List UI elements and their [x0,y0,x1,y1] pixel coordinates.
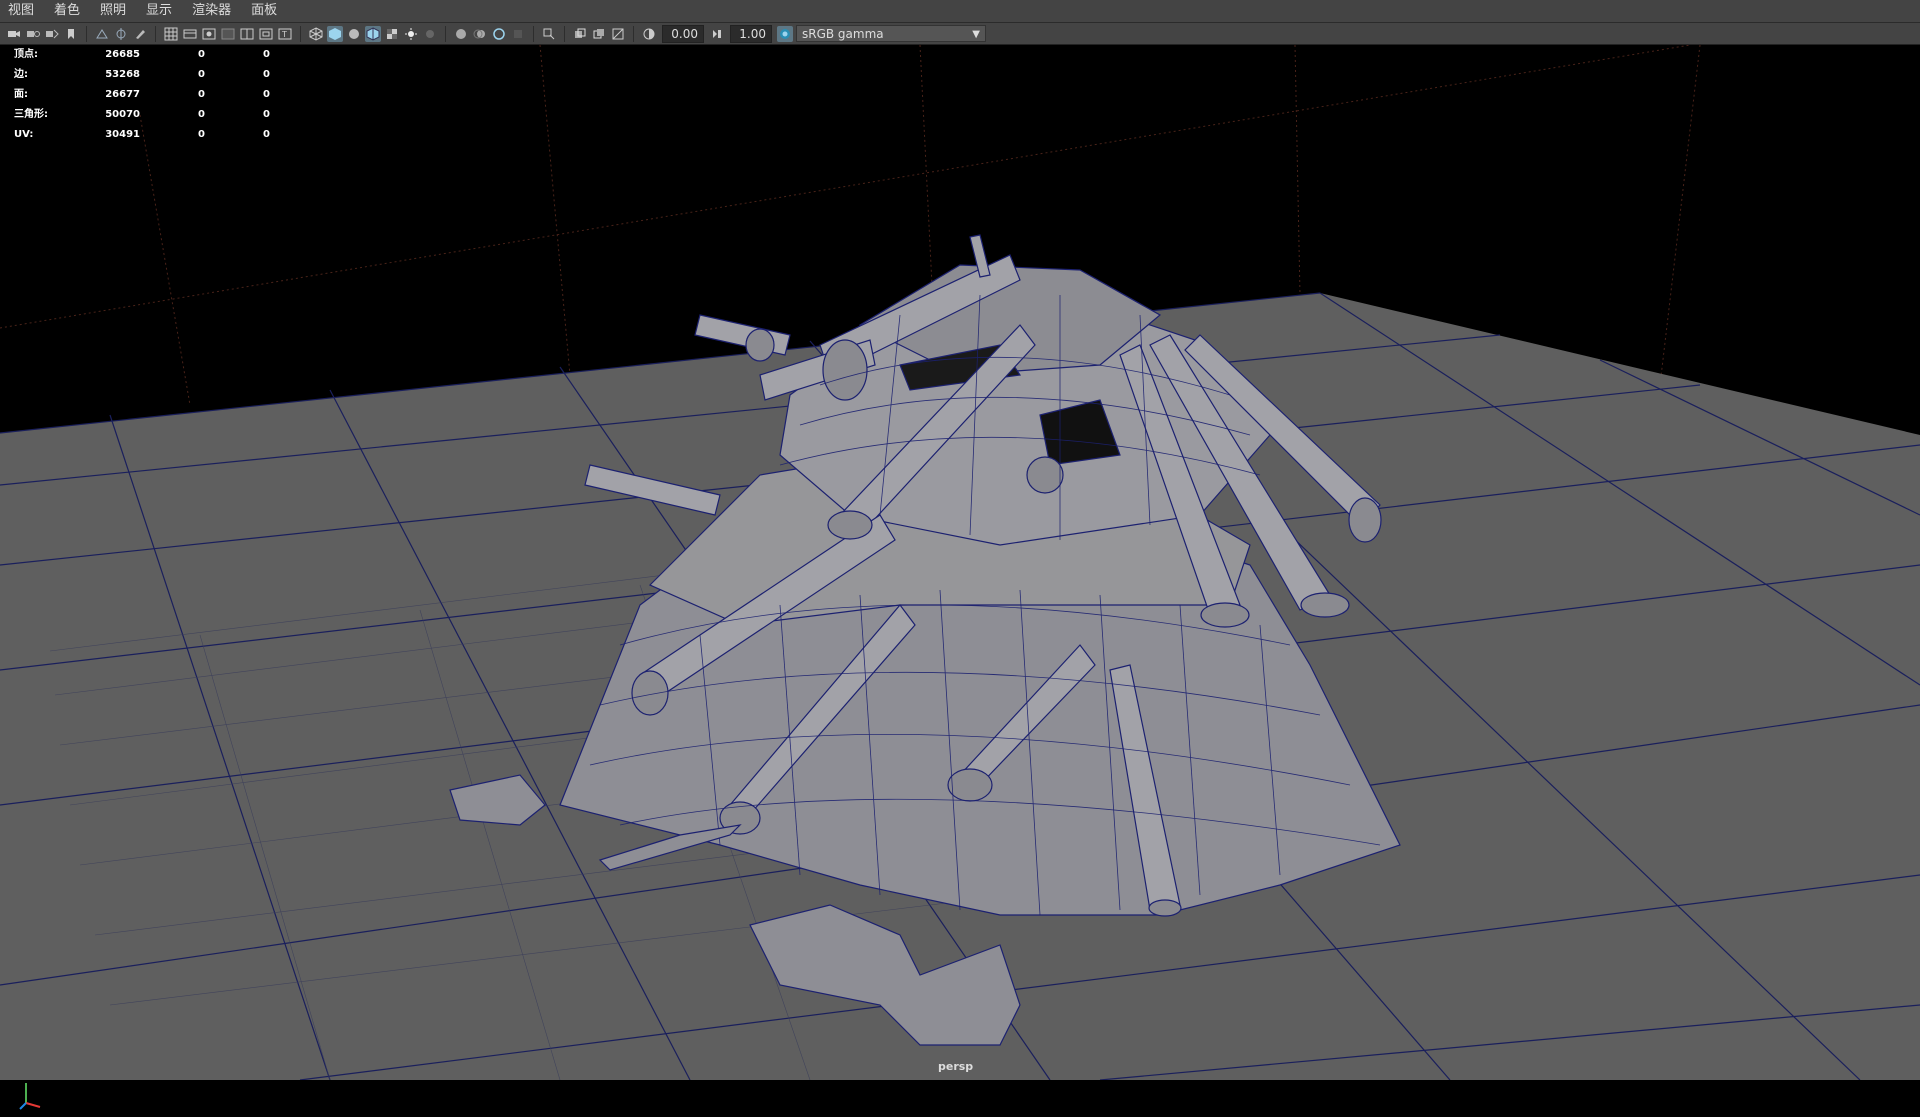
hud-value: 0 [198,129,205,140]
hud-value: 30491 [105,129,140,140]
gamma-field[interactable]: 1.00 [730,24,772,43]
hud-value: 0 [198,109,205,120]
camera-name-label: persp [938,1060,974,1073]
poly-count-hud: 顶点: 26685 0 0 边: 53268 0 0 面: 26677 0 0 … [14,45,270,145]
toolbar-separator [564,25,565,42]
menu-lighting[interactable]: 照明 [90,0,136,22]
hud-value: 0 [263,109,270,120]
snap-icon[interactable] [113,26,129,42]
hud-row-vertices: 顶点: 26685 0 0 [14,45,270,65]
xray-components-icon[interactable] [610,26,626,42]
toolbar-separator [155,25,156,42]
scene-canvas [0,45,1920,1080]
color-space-value: sRGB gamma [802,27,884,41]
exposure-icon[interactable] [641,26,657,42]
hud-label: UV: [14,129,34,140]
hud-row-edges: 边: 53268 0 0 [14,65,270,85]
hud-row-faces: 面: 26677 0 0 [14,85,270,105]
hud-label: 面: [14,89,28,100]
camera-attr-icon[interactable] [25,26,41,42]
toolbar-separator [533,25,534,42]
svg-text:T: T [281,30,287,39]
xray-icon[interactable] [572,26,588,42]
safe-title-icon[interactable]: T [277,26,293,42]
hud-value: 26685 [105,49,140,60]
wireframe-on-shaded-icon[interactable] [365,25,381,42]
anti-aliasing-icon[interactable] [491,26,507,42]
wireframe-icon[interactable] [308,26,324,42]
viewport-3d[interactable] [0,45,1920,1110]
hud-value: 0 [263,69,270,80]
grid-toggle-icon[interactable] [163,26,179,42]
brush-icon[interactable] [132,26,148,42]
hud-label: 顶点: [14,49,38,60]
hud-value: 53268 [105,69,140,80]
bookmark-icon[interactable] [63,26,79,42]
hud-value: 0 [198,49,205,60]
menu-show[interactable]: 显示 [136,0,182,22]
safe-action-icon[interactable] [258,26,274,42]
hud-value: 0 [263,129,270,140]
hud-value: 26677 [105,89,140,100]
exposure-field[interactable]: 0.00 [662,24,704,43]
depth-of-field-icon[interactable] [510,26,526,42]
motion-blur-icon[interactable] [472,26,488,42]
hud-value: 0 [263,89,270,100]
toolbar-separator [445,25,446,42]
smooth-shade-icon[interactable] [327,25,343,42]
field-chart-icon[interactable] [239,26,255,42]
menu-shading[interactable]: 着色 [44,0,90,22]
chevron-down-icon: ▼ [972,29,980,40]
textured-icon[interactable] [384,26,400,42]
color-mgmt-icon[interactable] [777,25,793,42]
hud-value: 50070 [105,109,140,120]
hud-label: 三角形: [14,109,48,120]
panel-toolbar: T 0.00 1.00 sRGB gamma ▼ [0,23,1920,45]
menu-panels[interactable]: 面板 [241,0,287,22]
resolution-gate-icon[interactable] [201,26,217,42]
xray-joints-icon[interactable] [591,26,607,42]
color-space-dropdown[interactable]: sRGB gamma ▼ [796,25,986,42]
toolbar-separator [300,25,301,42]
isolate-icon[interactable] [541,26,557,42]
menu-view[interactable]: 视图 [0,0,44,22]
hud-row-uvs: UV: 30491 0 0 [14,125,270,145]
film-gate-icon[interactable] [182,26,198,42]
shadows-icon[interactable] [422,26,438,42]
gate-mask-icon[interactable] [220,26,236,42]
image-plane-icon[interactable] [94,26,110,42]
toolbar-separator [86,25,87,42]
menu-renderer[interactable]: 渲染器 [182,0,241,22]
menu-bar: 视图 着色 照明 显示 渲染器 面板 [0,0,1920,23]
camera-icon[interactable] [6,26,22,42]
ambient-occlusion-icon[interactable] [453,26,469,42]
hud-value: 0 [198,69,205,80]
gamma-icon[interactable] [709,26,725,42]
camera-select-icon[interactable] [44,26,60,42]
hud-value: 0 [198,89,205,100]
hud-label: 边: [14,69,28,80]
default-material-icon[interactable] [346,26,362,42]
axis-gizmo-icon [16,1073,56,1113]
hud-row-triangles: 三角形: 50070 0 0 [14,105,270,125]
toolbar-separator [633,25,634,42]
hud-value: 0 [263,49,270,60]
lights-icon[interactable] [403,26,419,42]
